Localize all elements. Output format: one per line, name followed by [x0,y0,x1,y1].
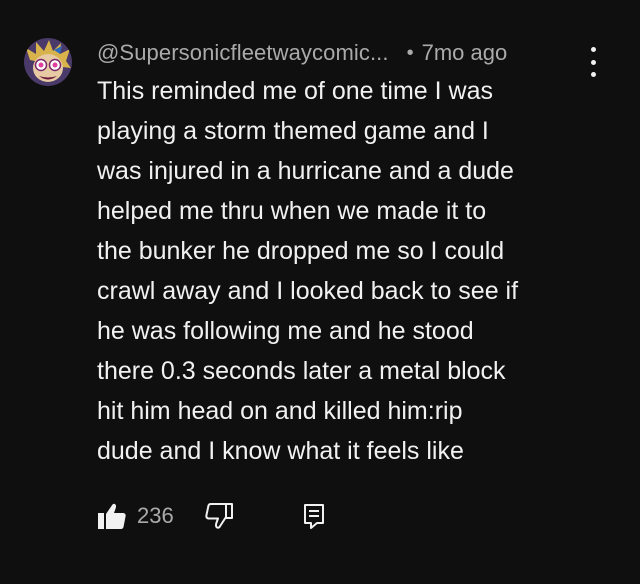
avatar[interactable] [24,38,72,86]
menu-dot [590,59,596,65]
comment-header: @Supersonicfleetwaycomic... • 7mo ago [97,38,507,68]
reply-button[interactable] [302,502,326,530]
comment-author[interactable]: @Supersonicfleetwaycomic... [97,40,389,66]
menu-dot [590,47,596,52]
comment-thread-item: @Supersonicfleetwaycomic... • 7mo ago Th… [0,0,640,584]
comment-text-line: he was following me and he stood [97,317,474,345]
avatar-image [24,38,72,86]
dislike-button[interactable] [204,502,234,530]
like-count: 236 [137,503,174,528]
comment-actions: 236 [97,500,326,532]
comment-text-line: playing a storm themed game and I [97,117,489,145]
comment-text-line: helped me thru when we made it to [97,197,487,225]
comment-text-line: there 0.3 seconds later a metal block [97,357,506,385]
separator-dot: • [406,41,414,64]
thumbs-up-icon [98,503,126,529]
comment-text-line: the bunker he dropped me so I could [97,237,505,265]
comment-text-line: dude and I know what it feels like [97,437,464,465]
reply-comment-icon [303,504,324,529]
thumbs-down-icon [205,503,233,529]
comment-text: This reminded me of one time I was playi… [97,71,597,471]
comment-text-line: was injured in a hurricane and a dude [97,157,514,185]
comment-text-line: This reminded me of one time I was [97,77,493,105]
comment-text-line: hit him head on and killed him:rip [97,397,463,425]
comment-text-line: crawl away and I looked back to see if [97,277,519,305]
comment-timestamp[interactable]: 7mo ago [422,40,508,66]
like-button[interactable]: 236 [97,502,174,530]
